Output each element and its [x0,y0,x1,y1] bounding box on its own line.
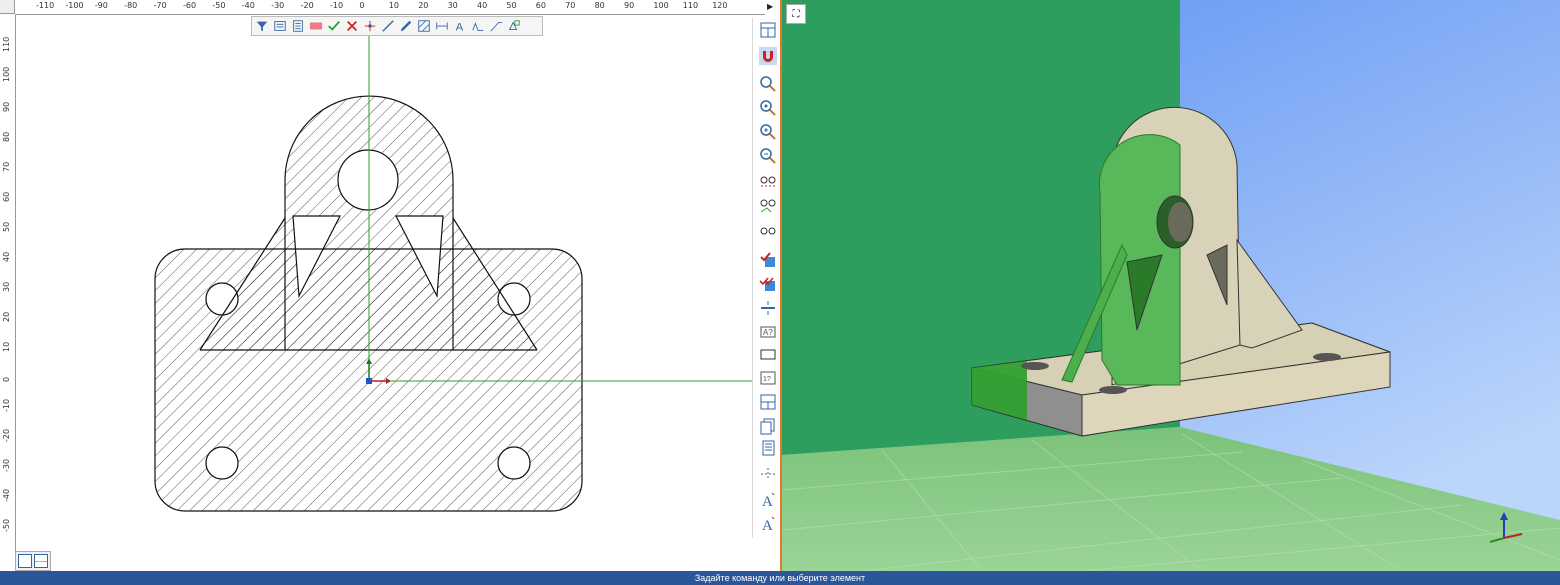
3d-scene [782,0,1560,571]
ruler-label: 50 [506,1,517,10]
ruler-label: 20 [2,311,11,322]
ruler-label: 90 [624,1,635,10]
divider-icon[interactable] [758,298,778,318]
deselect-icon[interactable] [344,18,360,34]
text-icon[interactable]: A [452,18,468,34]
attach-icon[interactable] [506,18,522,34]
zoom-in-icon[interactable] [758,122,778,142]
ruler-label: 0 [359,1,365,10]
ruler-label: 80 [2,131,11,142]
ruler-label: 110 [2,36,11,52]
hatch-icon[interactable] [416,18,432,34]
ruler-label: 50 [2,221,11,232]
svg-text:A?: A? [763,328,773,337]
ruler-label: -90 [94,1,108,10]
ruler-label: -50 [2,518,11,532]
filter-layers-icon[interactable] [272,18,288,34]
horizontal-ruler: -110 -100 -90 -80 -70 -60 -50 -40 -30 -20 -10 0 10 20… [15,0,765,15]
frame-icon[interactable]: 1? [758,368,778,388]
ruler-label: 60 [2,191,11,202]
ruler-label: -40 [2,488,11,502]
ruler-label: -30 [271,1,285,10]
ruler-corner [0,0,15,14]
ruler-label: -30 [2,458,11,472]
drawing-canvas[interactable] [15,15,752,551]
ruler-scroll-arrow-icon[interactable]: ▶ [767,2,773,11]
filter-list-icon[interactable] [290,18,306,34]
3d-viewport[interactable] [782,0,1560,571]
ruler-label: 30 [447,1,458,10]
window-layout-icon[interactable] [758,20,778,40]
split-view-icon[interactable] [34,554,48,568]
layers-icon[interactable] [758,416,778,436]
text-style-b-icon[interactable]: A [758,514,778,534]
ruler-label: 70 [565,1,576,10]
ruler-label: 10 [2,341,11,352]
ruler-label: -80 [124,1,138,10]
ruler-label: 40 [477,1,488,10]
ruler-label: 40 [2,251,11,262]
drawing-window[interactable]: -110 -100 -90 -80 -70 -60 -50 -40 -30 -20 -10 0 10 20… [0,0,782,571]
leader-icon[interactable] [488,18,504,34]
view-points-icon[interactable] [758,172,778,192]
scene-tree-icon[interactable]: ⛶ [786,4,806,24]
ruler-label: -110 [36,1,55,10]
roughness-icon[interactable] [470,18,486,34]
rectangle-icon[interactable] [758,344,778,364]
ruler-label: -100 [65,1,84,10]
snap-magnet-icon[interactable] [758,46,778,66]
zoom-extents-icon[interactable] [758,98,778,118]
ruler-label: -10 [330,1,344,10]
svg-text:A: A [762,518,773,533]
zoom-window-icon[interactable] [758,74,778,94]
svg-text:A: A [762,494,773,509]
ruler-label: 60 [535,1,546,10]
ruler-label: 100 [653,1,669,10]
check-all-icon[interactable] [758,274,778,294]
filter-icon[interactable] [254,18,270,34]
svg-text:A: A [456,21,464,33]
pencil-icon[interactable] [398,18,414,34]
table-icon[interactable] [758,392,778,412]
text-style-a-icon[interactable]: A [758,490,778,510]
ruler-label: -40 [241,1,255,10]
ruler-label: -20 [300,1,314,10]
ruler-label: -50 [212,1,226,10]
ruler-label: 80 [594,1,605,10]
ruler-label: 90 [2,101,11,112]
select-check-icon[interactable] [326,18,342,34]
single-view-icon[interactable] [18,554,32,568]
zoom-prev-icon[interactable] [758,146,778,166]
list-icon[interactable] [758,438,778,458]
view-toolbar: A? 1? A A [752,18,780,538]
view-edit-icon[interactable] [758,222,778,242]
ruler-label: -70 [153,1,167,10]
ruler-label: 70 [2,161,11,172]
ruler-label: 100 [2,66,11,82]
ruler-label: -20 [2,428,11,442]
drawing-toolbar: A [251,16,543,36]
dimension-icon[interactable] [434,18,450,34]
line-icon[interactable] [380,18,396,34]
ruler-label: -60 [183,1,197,10]
tolerance-icon[interactable] [758,464,778,484]
status-bar: Задайте команду или выберите элемент [0,571,1560,585]
vertical-ruler: 110 100 90 80 70 60 50 40 30 20 10 0 -10 -20 -30 -40 -50 [0,14,16,554]
layout-switcher [15,551,51,571]
view-angles-icon[interactable] [758,196,778,216]
ruler-label: 0 [2,376,11,382]
point-icon[interactable] [362,18,378,34]
ruler-label: 120 [712,1,728,10]
ruler-label: 10 [388,1,399,10]
check-model-icon[interactable] [758,250,778,270]
ruler-label: 20 [418,1,429,10]
svg-text:1?: 1? [763,376,771,383]
ruler-label: 30 [2,281,11,292]
text-box-icon[interactable]: A? [758,322,778,342]
ruler-label: 110 [682,1,699,10]
color-swatch-icon[interactable] [308,18,324,34]
ruler-label: -10 [2,398,11,412]
